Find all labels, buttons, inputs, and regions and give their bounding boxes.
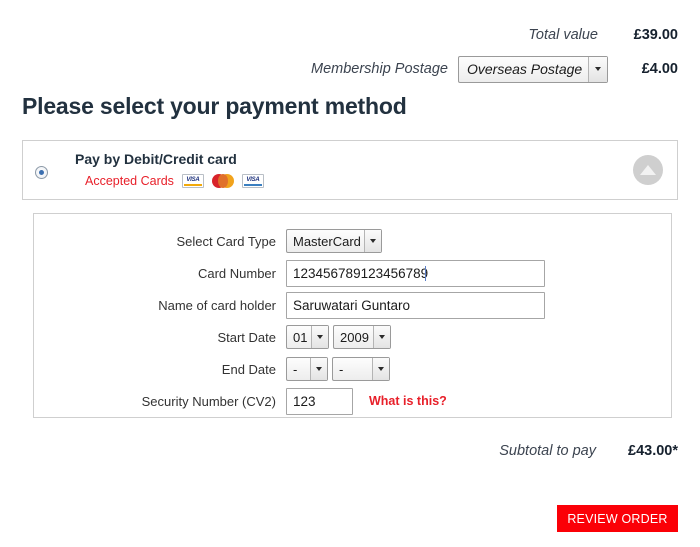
- end-date-control[interactable]: - -: [286, 357, 390, 381]
- card-number-value: 123456789123456789: [293, 265, 429, 281]
- card-type-label: Select Card Type: [176, 233, 276, 249]
- end-date-month-wrap[interactable]: -: [286, 357, 328, 381]
- visa-wordmark: VISA: [186, 177, 200, 183]
- membership-postage-label: Membership Postage: [310, 61, 448, 77]
- subtotal-row: Subtotal to pay £43.00*: [0, 443, 700, 459]
- end-date-year-wrap[interactable]: -: [332, 357, 390, 381]
- membership-postage-select[interactable]: Overseas Postage: [458, 55, 608, 83]
- card-number-label: Card Number: [197, 265, 276, 281]
- mastercard-card-icon: [211, 174, 234, 188]
- membership-postage-select-wrap[interactable]: Overseas Postage: [458, 55, 608, 83]
- field-row-end-date: End Date - -: [34, 353, 671, 385]
- visa-electron-card-icon: VISA: [241, 174, 264, 188]
- subtotal-amount: £43.00*: [628, 443, 678, 459]
- security-number-control[interactable]: 123 What is this?: [286, 387, 447, 415]
- card-type-control[interactable]: MasterCard: [286, 229, 382, 253]
- end-date-label: End Date: [221, 361, 276, 377]
- triangle-up-icon[interactable]: [633, 155, 663, 185]
- total-value-label: Total value: [528, 27, 598, 43]
- card-number-input[interactable]: 123456789123456789: [286, 259, 545, 287]
- order-summary: Total value £39.00 Membership Postage Ov…: [0, 18, 700, 86]
- summary-row-postage: Membership Postage Overseas Postage £4.0…: [0, 52, 700, 86]
- visa-card-icon: VISA: [181, 174, 204, 188]
- card-type-select[interactable]: MasterCard: [286, 229, 382, 253]
- start-date-month-select[interactable]: 01: [286, 325, 329, 349]
- subtotal-label: Subtotal to pay: [499, 443, 596, 459]
- accepted-cards-label: Accepted Cards: [85, 174, 174, 188]
- review-order-button[interactable]: REVIEW ORDER: [557, 505, 678, 532]
- card-type-select-wrap[interactable]: MasterCard: [286, 229, 382, 253]
- card-number-control[interactable]: 123456789123456789: [286, 259, 545, 287]
- visa-electron-bar: [243, 184, 262, 186]
- visa-bar: [183, 184, 202, 186]
- postage-amount: £4.00: [641, 61, 678, 77]
- start-date-year-select[interactable]: 2009: [333, 325, 391, 349]
- field-row-security-number: Security Number (CV2) 123 What is this?: [34, 385, 671, 417]
- what-is-this-link[interactable]: What is this?: [369, 394, 447, 408]
- field-row-card-number: Card Number 123456789123456789: [34, 257, 671, 289]
- payment-method-radio[interactable]: [35, 166, 48, 179]
- end-date-year-select[interactable]: -: [332, 357, 390, 381]
- start-date-label: Start Date: [217, 329, 276, 345]
- payment-method-panel[interactable]: Pay by Debit/Credit card Accepted Cards …: [22, 140, 678, 200]
- page-title: Please select your payment method: [22, 93, 407, 119]
- security-number-label: Security Number (CV2): [141, 393, 276, 409]
- visa-electron-wordmark: VISA: [246, 177, 260, 183]
- card-details-form: Select Card Type MasterCard Card Number …: [33, 213, 672, 418]
- card-holder-value: Saruwatari Guntaro: [293, 297, 411, 313]
- security-number-value: 123: [293, 393, 316, 409]
- end-date-month-select[interactable]: -: [286, 357, 328, 381]
- field-row-card-holder: Name of card holder Saruwatari Guntaro: [34, 289, 671, 321]
- text-caret: [425, 265, 427, 281]
- start-date-year-wrap[interactable]: 2009: [333, 325, 391, 349]
- card-holder-label: Name of card holder: [158, 297, 276, 313]
- accepted-cards-row: Accepted Cards VISA VISA: [85, 174, 264, 188]
- total-value-amount: £39.00: [633, 27, 678, 43]
- start-date-control[interactable]: 01 2009: [286, 325, 391, 349]
- card-holder-control[interactable]: Saruwatari Guntaro: [286, 291, 545, 319]
- card-holder-input[interactable]: Saruwatari Guntaro: [286, 291, 545, 319]
- payment-method-title: Pay by Debit/Credit card: [75, 151, 237, 167]
- field-row-start-date: Start Date 01 2009: [34, 321, 671, 353]
- start-date-month-wrap[interactable]: 01: [286, 325, 329, 349]
- summary-row-total: Total value £39.00: [0, 18, 700, 52]
- field-row-card-type: Select Card Type MasterCard: [34, 225, 671, 257]
- mastercard-overlap: [217, 174, 228, 188]
- security-number-input[interactable]: 123: [286, 387, 353, 415]
